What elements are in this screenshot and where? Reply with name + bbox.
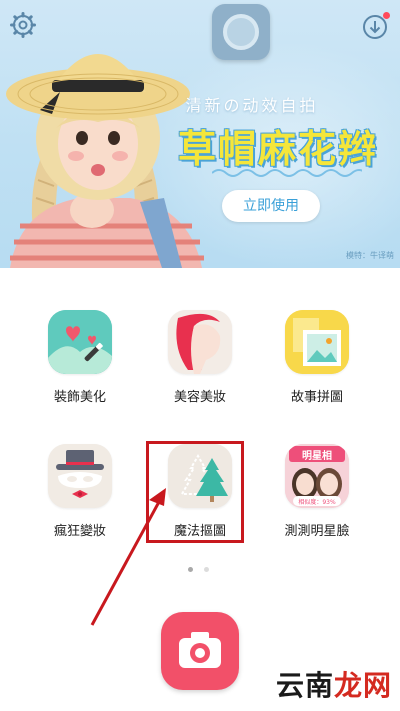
star-face-badge-title: 明星相 — [302, 451, 332, 462]
feature-collage[interactable]: 故事拼圖 — [262, 268, 372, 408]
promo-banner[interactable]: 清新の动效自拍 草帽麻花辫 立即使用 模特：牛译萌 — [0, 0, 400, 268]
camera-icon — [179, 632, 221, 668]
highlight-box — [146, 441, 244, 543]
feature-crazy-makeup[interactable]: 瘋狂變妝 — [25, 402, 135, 542]
collage-icon — [285, 310, 349, 374]
feature-label: 瘋狂變妝 — [53, 524, 106, 539]
wave-decoration — [212, 169, 362, 177]
crazy-makeup-icon — [48, 444, 112, 508]
model-credit: 模特：牛译萌 — [346, 251, 394, 260]
notification-dot — [383, 12, 390, 19]
camera-button[interactable] — [161, 612, 239, 690]
beauty-icon — [168, 310, 232, 374]
watermark-part-b: 龙网 — [333, 669, 392, 702]
star-face-similarity: 相似度：93% — [298, 499, 336, 506]
feature-decorate[interactable]: 裝飾美化 — [25, 268, 135, 408]
site-watermark: 云南龙网 — [276, 664, 392, 704]
logo-ring — [223, 14, 259, 50]
star-face-icon: 明星相 相似度：93% — [285, 444, 349, 508]
feature-beauty[interactable]: 美容美妝 — [145, 268, 255, 408]
feature-star-face[interactable]: 明星相 相似度：93% 測測明星臉 — [262, 402, 372, 542]
feature-label: 測測明星臉 — [284, 524, 350, 539]
download-button[interactable] — [362, 12, 390, 40]
banner-subtitle: 清新の动效自拍 — [185, 96, 319, 115]
settings-gear-icon[interactable] — [10, 12, 36, 38]
banner-title: 草帽麻花辫 — [177, 127, 378, 171]
decorate-icon — [48, 310, 112, 374]
page-indicator — [185, 557, 215, 572]
use-now-button[interactable]: 立即使用 — [222, 190, 320, 222]
app-logo-icon — [212, 4, 270, 60]
page-dot-active — [188, 567, 193, 572]
watermark-part-a: 云南 — [275, 669, 334, 702]
page-dot — [204, 567, 210, 572]
